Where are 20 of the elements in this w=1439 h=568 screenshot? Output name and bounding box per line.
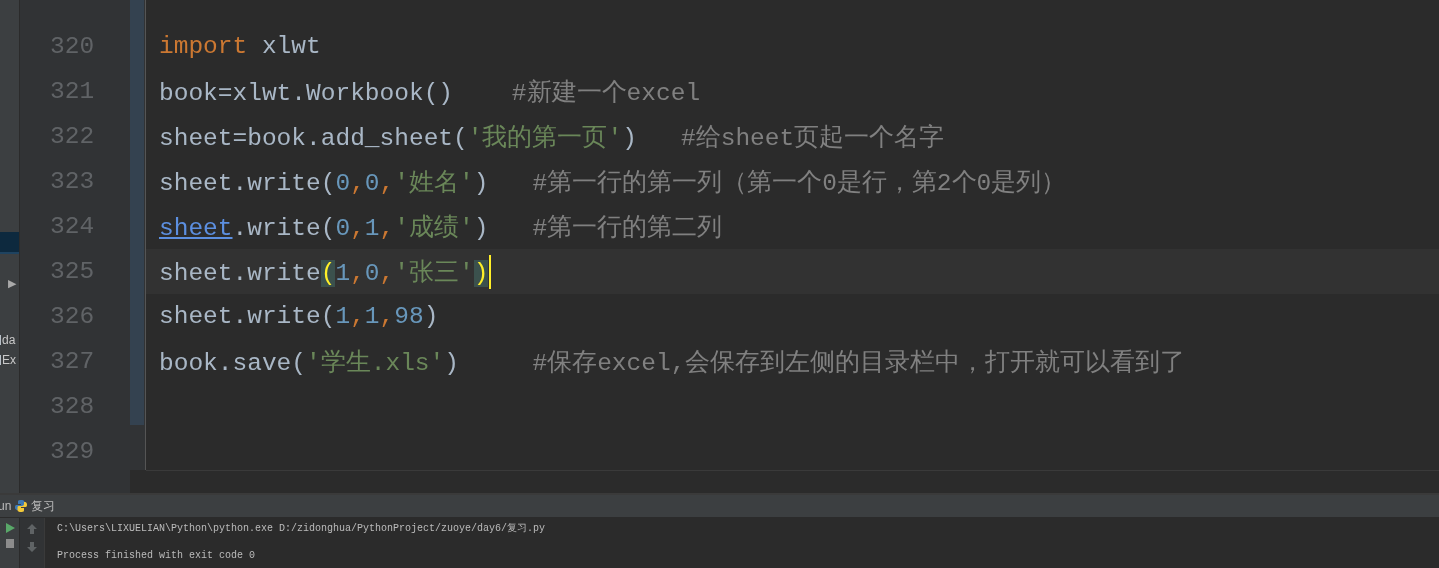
tree-item[interactable]: Ex: [2, 350, 16, 370]
console-line: C:\Users\LIXUELIAN\Python\python.exe D:/zidonghua/PythonProject/zuoye/day6/复习.py: [57, 522, 546, 535]
code-line: import xlwt: [159, 33, 321, 60]
code-line: sheet.write(0,0,'姓名') #第一行的第一列（第一个0是行，第2个0是列）: [159, 169, 1067, 198]
stop-icon[interactable]: [5, 539, 14, 548]
code-line: sheet=book.add_sheet('我的第一页') #给sheet页起一个名字: [159, 123, 945, 153]
down-arrow-icon[interactable]: [26, 541, 38, 553]
python-icon: [14, 499, 29, 513]
console-line: Process finished with exit code 0: [57, 549, 257, 562]
code-line: sheet.write(1,1,98): [159, 303, 439, 330]
run-tab[interactable]: 复习: [31, 497, 56, 515]
code-line: sheet.write(0,1,'成绩') #第一行的第二列: [159, 213, 723, 243]
tree-item[interactable]: da: [2, 330, 16, 350]
code-line: book.save('学生.xls') #保存excel,会保存到左侧的目录栏中，打开就可以看到了: [159, 348, 1186, 378]
code-line: sheet.write(1,0,'张三'): [159, 260, 489, 287]
tree-row[interactable]: [0, 232, 19, 254]
code-line: book=xlwt.Workbook() #新建一个excel: [159, 78, 701, 108]
run-icon[interactable]: [4, 523, 15, 533]
expand-arrow[interactable]: ▶: [8, 276, 18, 290]
up-arrow-icon[interactable]: [26, 523, 38, 535]
